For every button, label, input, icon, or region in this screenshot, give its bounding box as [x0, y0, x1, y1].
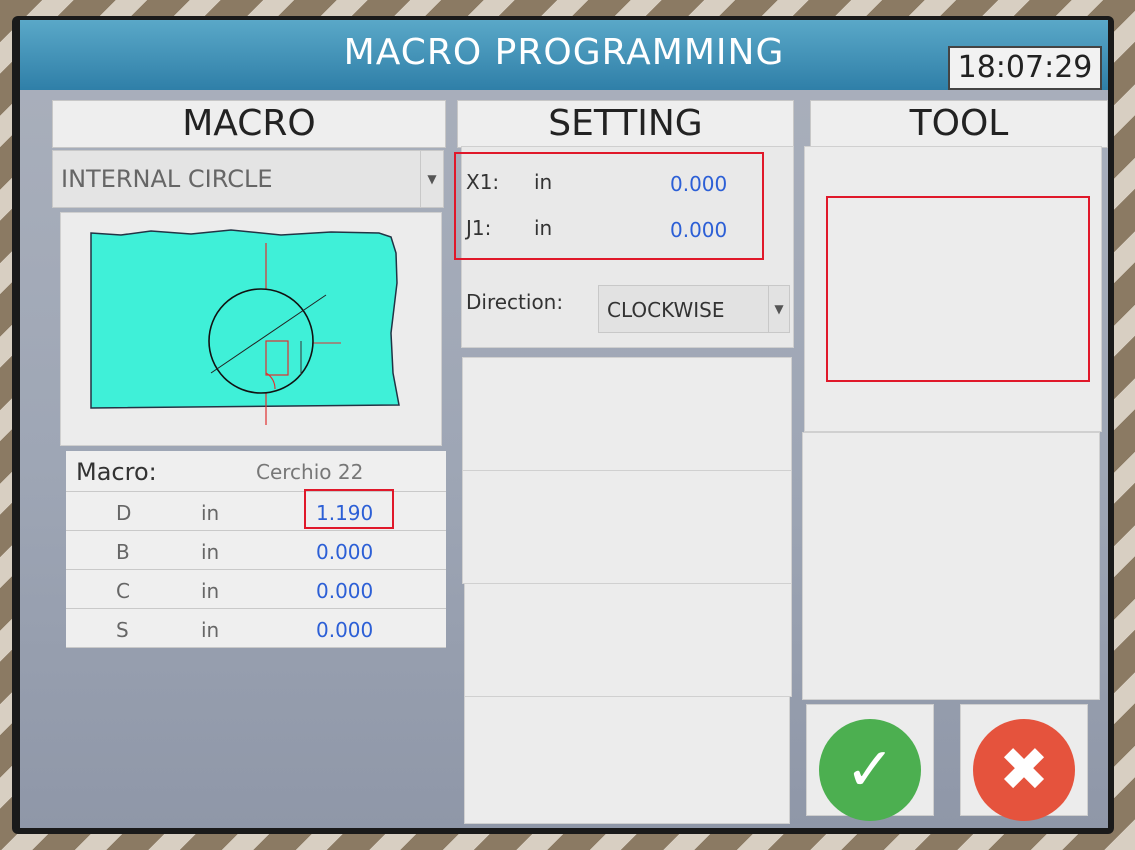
direction-label: Direction:: [466, 290, 564, 314]
param-value[interactable]: 0.000: [316, 540, 373, 564]
screen-frame: MACRO PROGRAMMING 18:07:29 MACRO INTERNA…: [12, 16, 1114, 834]
macro-select[interactable]: INTERNAL CIRCLE ▼: [52, 150, 444, 208]
macro-label: Macro:: [76, 458, 157, 486]
table-row[interactable]: S in 0.000: [66, 609, 446, 648]
list-item[interactable]: [462, 470, 792, 584]
macro-select-value: INTERNAL CIRCLE: [61, 165, 273, 193]
close-icon: ✖: [973, 719, 1075, 821]
display: MACRO PROGRAMMING 18:07:29 MACRO INTERNA…: [20, 20, 1108, 828]
macro-diagram: [60, 212, 442, 446]
macro-name-row: Macro: Cerchio 22: [66, 451, 446, 492]
chevron-down-icon[interactable]: ▼: [768, 286, 789, 332]
direction-select[interactable]: CLOCKWISE ▼: [598, 285, 790, 333]
param-name: S: [116, 618, 129, 642]
highlight-box: [454, 152, 764, 260]
macro-parameter-table: Macro: Cerchio 22 D in 1.190 B in 0.000 …: [66, 451, 446, 648]
param-value[interactable]: 0.000: [316, 618, 373, 642]
setting-header: SETTING: [457, 100, 794, 148]
clock-display: 18:07:29: [948, 46, 1102, 90]
param-name: C: [116, 579, 130, 603]
tool-header: TOOL: [810, 100, 1108, 148]
param-unit: in: [201, 501, 220, 525]
title-bar: MACRO PROGRAMMING 18:07:29: [20, 20, 1108, 90]
table-row[interactable]: C in 0.000: [66, 570, 446, 609]
confirm-button[interactable]: ✓: [806, 704, 934, 821]
param-unit: in: [201, 579, 220, 603]
macro-header: MACRO: [52, 100, 446, 148]
tool-list[interactable]: [802, 432, 1100, 700]
macro-name: Cerchio 22: [256, 460, 364, 484]
param-name: B: [116, 540, 130, 564]
chevron-down-icon[interactable]: ▼: [420, 151, 443, 207]
param-unit: in: [201, 540, 220, 564]
checkmark-icon: ✓: [819, 719, 921, 821]
param-unit: in: [201, 618, 220, 642]
param-value[interactable]: 0.000: [316, 579, 373, 603]
direction-value: CLOCKWISE: [607, 298, 725, 322]
cancel-button[interactable]: ✖: [960, 704, 1088, 821]
table-row[interactable]: B in 0.000: [66, 531, 446, 570]
internal-circle-diagram-icon: [90, 229, 400, 425]
highlight-box: [304, 489, 394, 529]
page-title: MACRO PROGRAMMING: [343, 32, 785, 73]
list-item[interactable]: [464, 583, 792, 697]
param-name: D: [116, 501, 132, 525]
highlight-box: [826, 196, 1090, 382]
list-item[interactable]: [462, 357, 792, 471]
list-item[interactable]: [464, 696, 790, 824]
